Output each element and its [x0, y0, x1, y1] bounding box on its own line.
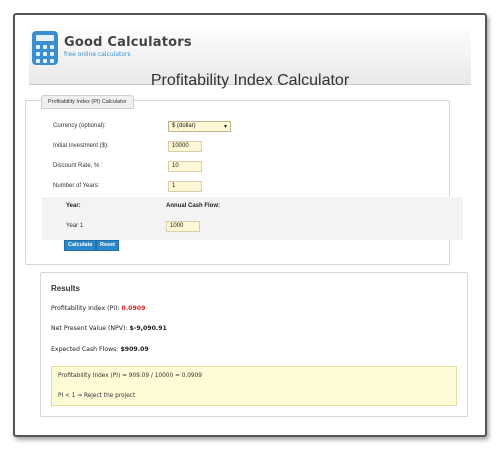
logo-key: [36, 52, 40, 56]
num-years-input[interactable]: 1: [168, 181, 202, 192]
npv-label: Net Present Value (NPV):: [51, 325, 128, 332]
explanation-box: [51, 366, 457, 406]
npv-result: Net Present Value (NPV): $-9,090.91: [51, 325, 167, 332]
ecf-result: Expected Cash Flows: $909.09: [51, 346, 149, 353]
calculate-button[interactable]: Calculate: [64, 240, 97, 251]
initial-investment-label: Initial Investment ($):: [53, 143, 109, 149]
discount-rate-label: Discount Rate, % :: [53, 163, 103, 169]
pi-result: Profitability Index (PI): 0.0909: [51, 305, 145, 312]
logo-key: [43, 59, 47, 63]
calculator-logo-icon[interactable]: [32, 31, 58, 65]
cashflow-year-1-input[interactable]: 1000: [166, 221, 200, 232]
cashflow-year-label: Year 1: [66, 223, 84, 229]
chevron-down-icon: ▾: [223, 124, 227, 130]
cashflow-column-header: Annual Cash Flow:: [166, 203, 220, 209]
brand-name[interactable]: Good Calculators: [64, 35, 192, 50]
pi-verdict: PI < 1 ⇒ Reject the project: [58, 393, 136, 399]
npv-value: $-9,090.91: [129, 325, 167, 332]
pi-value: 0.0909: [121, 305, 146, 312]
logo-key: [50, 59, 54, 63]
ecf-label: Expected Cash Flows:: [51, 346, 119, 353]
logo-key: [50, 45, 54, 49]
results-title: Results: [51, 284, 80, 293]
page-title: Profitability Index Calculator: [150, 72, 350, 89]
logo-key: [50, 52, 54, 56]
logo-key: [36, 59, 40, 63]
pi-formula: Profitability Index (PI) = 909.09 / 1000…: [58, 373, 202, 379]
brand-tagline: free online calculators: [64, 51, 131, 58]
logo-key: [43, 52, 47, 56]
currency-select[interactable]: $ (dollar) ▾: [168, 121, 231, 132]
logo-key: [36, 45, 40, 49]
logo-key: [43, 45, 47, 49]
currency-label: Currency (optional):: [53, 123, 106, 129]
currency-selected-value: $ (dollar): [172, 123, 196, 129]
year-column-header: Year:: [66, 203, 81, 209]
logo-screen: [36, 35, 54, 41]
tab-pi-calculator[interactable]: Profitability Index (PI) Calculator: [41, 95, 134, 109]
initial-investment-input[interactable]: 10000: [168, 141, 202, 152]
discount-rate-input[interactable]: 10: [168, 161, 202, 172]
pi-label: Profitability Index (PI):: [51, 305, 120, 312]
cashflow-table: [42, 197, 463, 240]
num-years-label: Number of Years:: [53, 183, 100, 189]
reset-button[interactable]: Reset: [96, 240, 119, 251]
ecf-value: $909.09: [120, 346, 149, 353]
